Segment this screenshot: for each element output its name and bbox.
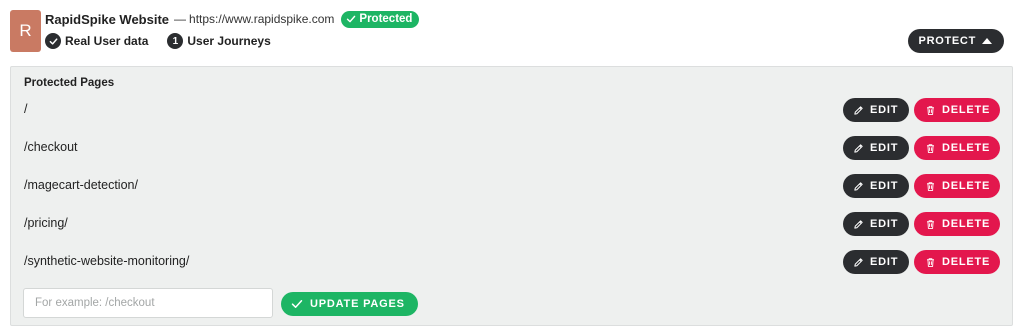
edit-button[interactable]: EDIT: [843, 174, 909, 198]
update-pages-button[interactable]: UPDATE PAGES: [281, 292, 418, 316]
page-row: /synthetic-website-monitoring/ EDIT DELE…: [11, 250, 1012, 274]
page-path: /synthetic-website-monitoring/: [24, 254, 190, 268]
trash-icon: [927, 105, 934, 115]
delete-button[interactable]: DELETE: [914, 136, 1000, 160]
delete-label: DELETE: [942, 142, 991, 154]
status-badge: Protected: [341, 10, 420, 28]
edit-label: EDIT: [870, 256, 899, 268]
site-url: https://www.rapidspike.com: [189, 12, 335, 26]
page-row: /magecart-detection/ EDIT DELETE: [11, 174, 1012, 198]
site-header: R RapidSpike Website — https://www.rapid…: [10, 8, 1014, 54]
user-journeys-label: User Journeys: [187, 34, 271, 48]
delete-label: DELETE: [942, 256, 991, 268]
pencil-icon: [854, 219, 863, 229]
edit-button[interactable]: EDIT: [843, 98, 909, 122]
pencil-icon: [854, 105, 863, 115]
site-separator: —: [174, 12, 187, 26]
trash-icon: [927, 181, 934, 191]
pencil-icon: [854, 143, 863, 153]
delete-button[interactable]: DELETE: [914, 174, 1000, 198]
status-badge-label: Protected: [359, 13, 413, 25]
avatar: R: [10, 10, 41, 52]
edit-label: EDIT: [870, 104, 899, 116]
page-row: /pricing/ EDIT DELETE: [11, 212, 1012, 236]
caret-up-icon: [982, 38, 992, 44]
edit-button[interactable]: EDIT: [843, 212, 909, 236]
check-circle-icon: [45, 33, 61, 49]
site-title-line: RapidSpike Website — https://www.rapidsp…: [45, 10, 420, 28]
check-icon: [291, 300, 303, 308]
edit-button[interactable]: EDIT: [843, 250, 909, 274]
pencil-icon: [854, 257, 863, 267]
site-meta: Real User data 1 User Journeys: [45, 32, 271, 50]
real-user-data-label: Real User data: [65, 34, 149, 48]
protect-button[interactable]: PROTECT: [907, 29, 1004, 53]
site-name: RapidSpike Website: [45, 11, 170, 27]
trash-icon: [927, 143, 934, 153]
real-user-data-indicator: Real User data: [45, 33, 148, 49]
edit-label: EDIT: [870, 142, 899, 154]
page-path: /checkout: [24, 140, 78, 154]
protect-button-label: PROTECT: [918, 35, 976, 47]
page-row: /checkout EDIT DELETE: [11, 136, 1012, 160]
journeys-count-badge: 1: [167, 33, 184, 49]
page-row: / EDIT DELETE: [11, 98, 1012, 122]
edit-label: EDIT: [870, 180, 899, 192]
delete-button[interactable]: DELETE: [914, 98, 1000, 122]
delete-button[interactable]: DELETE: [914, 250, 1000, 274]
page-path: /magecart-detection/: [24, 178, 138, 192]
trash-icon: [927, 257, 934, 267]
update-pages-label: UPDATE PAGES: [310, 298, 405, 310]
protected-pages-panel: Protected Pages / EDIT DELETE /checkout …: [10, 66, 1013, 326]
trash-icon: [927, 219, 934, 229]
delete-label: DELETE: [942, 218, 991, 230]
page-path: /: [24, 102, 28, 116]
delete-button[interactable]: DELETE: [914, 212, 1000, 236]
pencil-icon: [854, 181, 863, 191]
delete-label: DELETE: [942, 104, 991, 116]
new-page-input[interactable]: [23, 288, 273, 318]
delete-label: DELETE: [942, 180, 991, 192]
user-journeys-indicator: 1 User Journeys: [167, 33, 271, 49]
page-path: /pricing/: [24, 216, 68, 230]
check-icon: [347, 15, 356, 23]
edit-button[interactable]: EDIT: [843, 136, 909, 160]
panel-title: Protected Pages: [24, 77, 115, 89]
edit-label: EDIT: [870, 218, 899, 230]
